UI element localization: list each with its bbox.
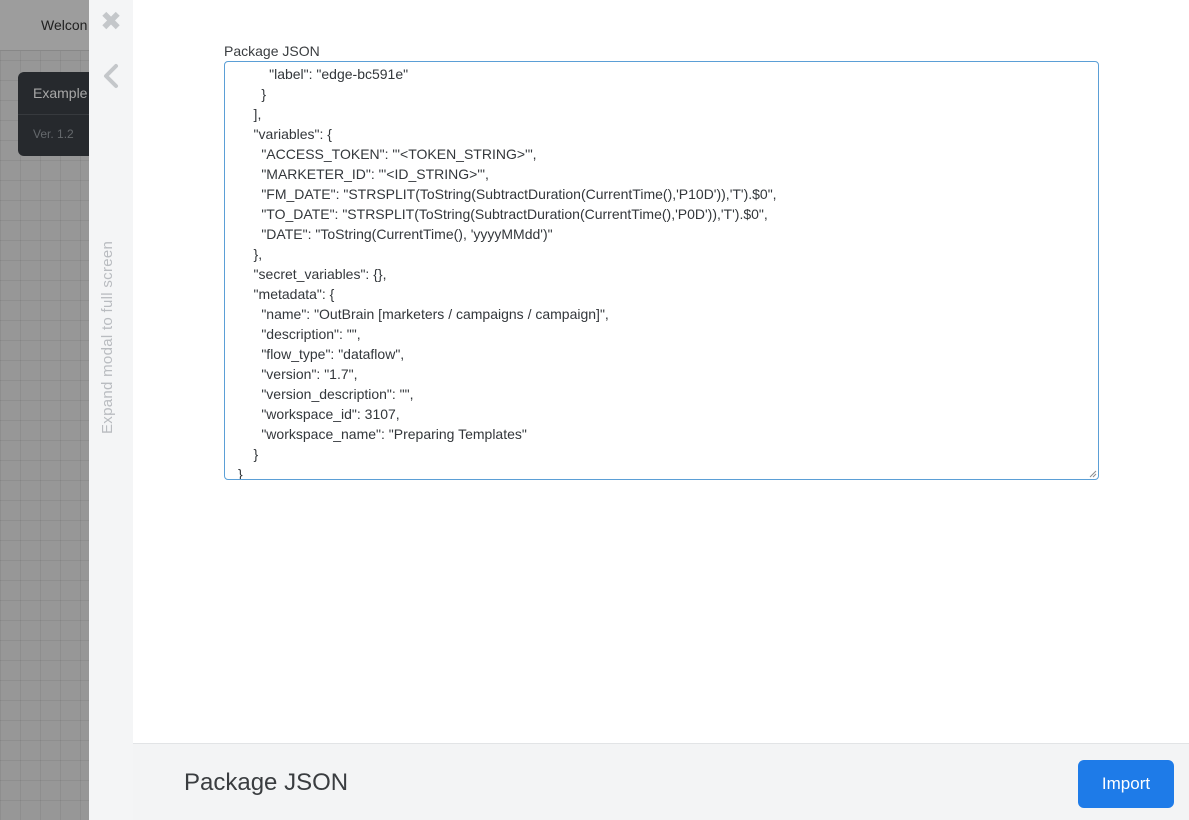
chevron-left-icon[interactable] [101, 63, 121, 89]
package-json-label: Package JSON [224, 43, 320, 59]
close-icon[interactable]: ✖ [99, 8, 123, 34]
modal-body: Package JSON "label": "edge-bc591e" } ],… [133, 0, 1189, 743]
package-json-modal: ✖ Expand modal to full screen Package JS… [89, 0, 1189, 820]
package-json-textarea[interactable]: "label": "edge-bc591e" } ], "variables":… [224, 61, 1099, 480]
import-button[interactable]: Import [1078, 760, 1174, 808]
modal-footer: Package JSON Import [133, 743, 1189, 820]
resize-handle-icon[interactable] [1089, 470, 1097, 478]
footer-title: Package JSON [184, 769, 349, 796]
expand-modal-full-screen[interactable]: Expand modal to full screen [99, 241, 116, 434]
modal-side-rail: ✖ Expand modal to full screen [89, 0, 134, 820]
package-json-content[interactable]: "label": "edge-bc591e" } ], "variables":… [225, 62, 1098, 479]
